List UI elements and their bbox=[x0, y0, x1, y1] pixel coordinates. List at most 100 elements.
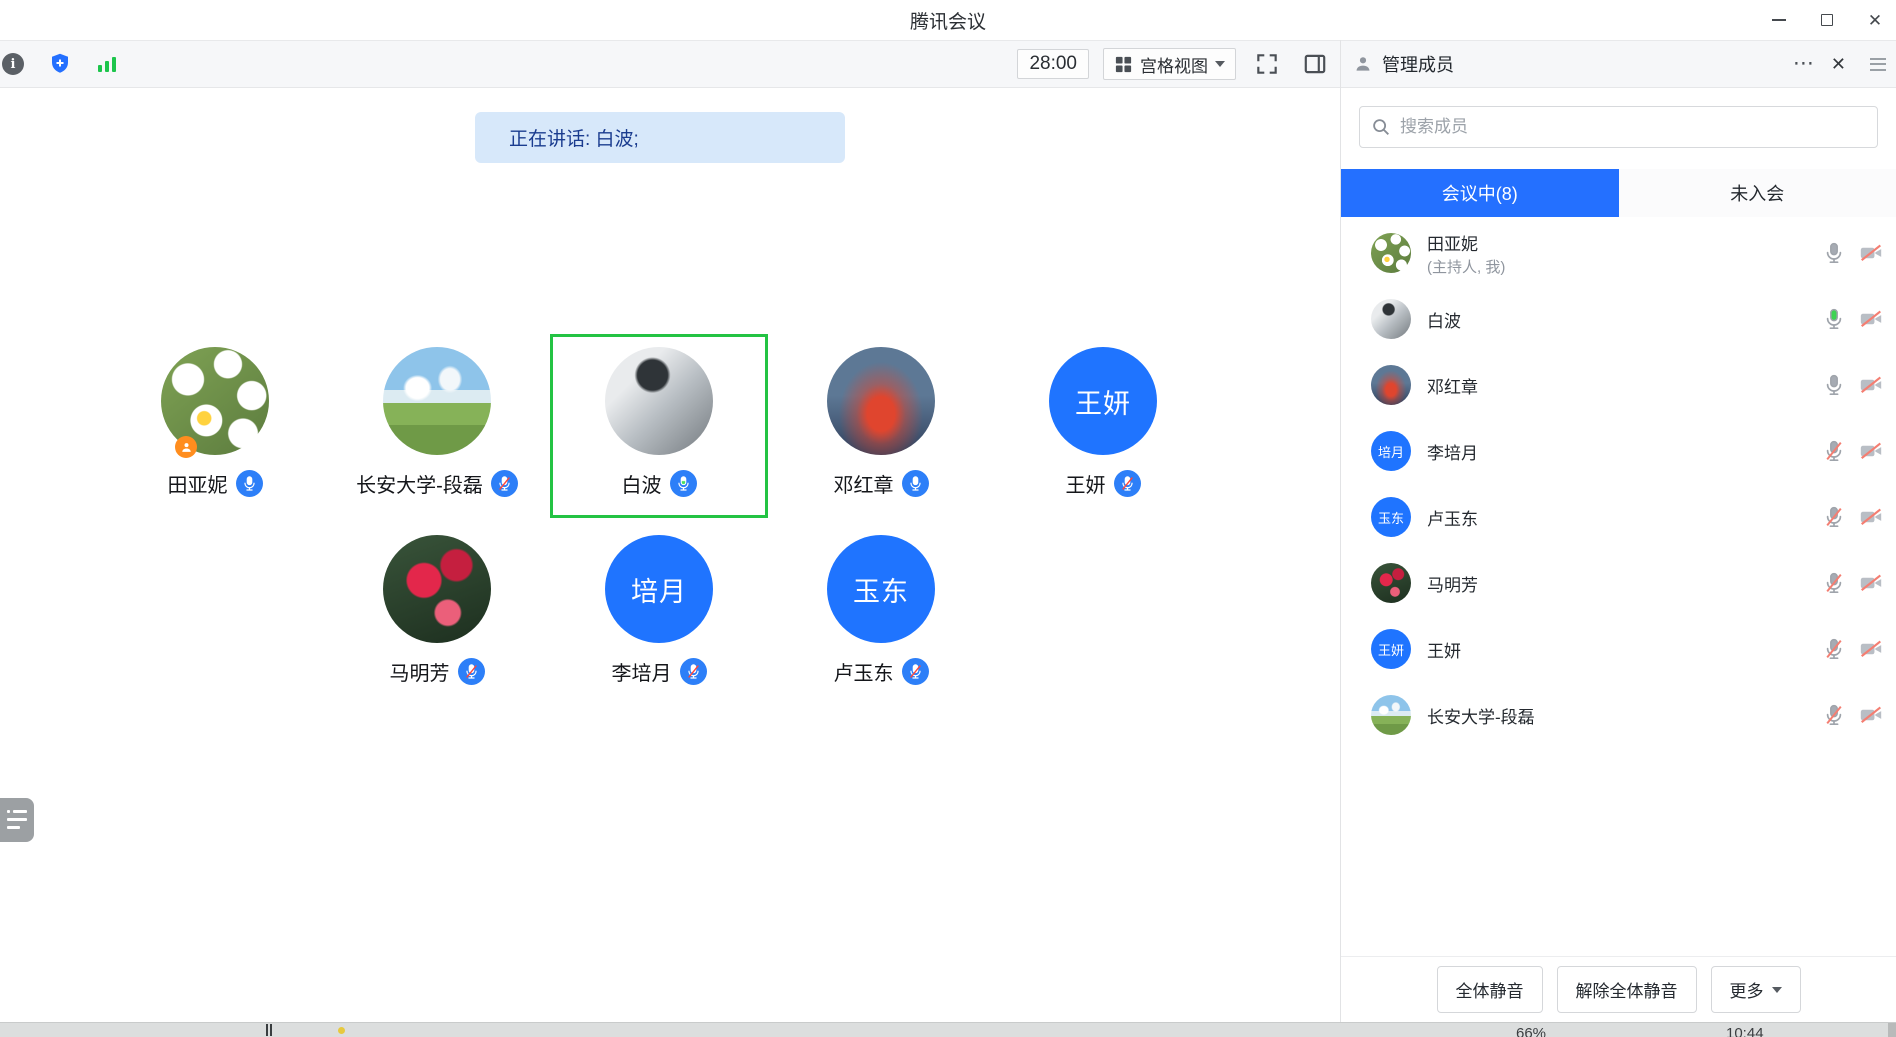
mic-muted-icon[interactable] bbox=[1114, 470, 1141, 497]
avatar: 王妍 bbox=[1371, 629, 1411, 669]
avatar-image: 王妍 bbox=[1049, 347, 1157, 455]
mic-muted-icon[interactable] bbox=[1822, 703, 1846, 727]
member-list: 田亚妮(主持人, 我) 白波 邓红章 培月李培月 玉东卢玉东 马明芳 bbox=[1341, 217, 1896, 956]
camera-off-icon[interactable] bbox=[1858, 372, 1884, 398]
mic-muted-icon[interactable] bbox=[458, 658, 485, 685]
participant-name: 白波 bbox=[622, 469, 662, 498]
camera-off-icon[interactable] bbox=[1858, 240, 1884, 266]
participant-tile-马明芳[interactable]: 马明芳 bbox=[328, 522, 546, 706]
meeting-info-icon[interactable]: i bbox=[2, 53, 24, 75]
search-input[interactable] bbox=[1400, 117, 1867, 137]
mic-icon[interactable] bbox=[670, 470, 697, 497]
mic-muted-icon[interactable] bbox=[1822, 505, 1846, 529]
unmute-all-button[interactable]: 解除全体静音 bbox=[1557, 966, 1697, 1013]
member-row-田亚妮[interactable]: 田亚妮(主持人, 我) bbox=[1341, 220, 1896, 286]
member-row-李培月[interactable]: 培月李培月 bbox=[1341, 418, 1896, 484]
participant-tile-李培月[interactable]: 培月李培月 bbox=[550, 522, 768, 706]
participant-tile-白波[interactable]: 白波 bbox=[550, 334, 768, 518]
member-name: 王妍 bbox=[1427, 637, 1461, 662]
window-title: 腾讯会议 bbox=[0, 7, 1896, 34]
side-panel-toggle-button[interactable] bbox=[1298, 47, 1332, 81]
camera-off-icon[interactable] bbox=[1858, 504, 1884, 530]
tab-not-joined[interactable]: 未入会 bbox=[1619, 169, 1896, 217]
minimize-button[interactable] bbox=[1768, 9, 1790, 31]
avatar bbox=[383, 535, 491, 643]
chevron-down-icon bbox=[1772, 987, 1782, 993]
avatar: 王妍 bbox=[1049, 347, 1157, 455]
mic-icon[interactable] bbox=[236, 470, 263, 497]
participant-name: 卢玉东 bbox=[834, 657, 894, 686]
mic-muted-icon[interactable] bbox=[1822, 439, 1846, 463]
minimize-icon bbox=[1772, 19, 1786, 21]
member-row-王妍[interactable]: 王妍王妍 bbox=[1341, 616, 1896, 682]
fullscreen-button[interactable] bbox=[1250, 47, 1284, 81]
panel-menu-icon[interactable] bbox=[1870, 58, 1886, 71]
avatar-image: 玉东 bbox=[827, 535, 935, 643]
member-row-白波[interactable]: 白波 bbox=[1341, 286, 1896, 352]
avatar: 玉东 bbox=[827, 535, 935, 643]
member-name: 卢玉东 bbox=[1427, 505, 1478, 530]
os-taskbar-sliver: 66% 10:44 bbox=[0, 1022, 1896, 1037]
layout-view-dropdown[interactable]: 宫格视图 bbox=[1103, 48, 1236, 80]
participant-name: 长安大学-段磊 bbox=[356, 469, 483, 498]
avatar bbox=[1371, 233, 1411, 273]
camera-off-icon[interactable] bbox=[1858, 570, 1884, 596]
mic-muted-icon[interactable] bbox=[1822, 637, 1846, 661]
participant-name: 李培月 bbox=[612, 657, 672, 686]
camera-off-icon[interactable] bbox=[1858, 306, 1884, 332]
member-row-邓红章[interactable]: 邓红章 bbox=[1341, 352, 1896, 418]
network-signal-icon[interactable] bbox=[96, 47, 118, 81]
more-button[interactable]: 更多 bbox=[1711, 966, 1801, 1013]
member-row-马明芳[interactable]: 马明芳 bbox=[1341, 550, 1896, 616]
maximize-button[interactable] bbox=[1816, 9, 1838, 31]
avatar bbox=[1371, 563, 1411, 603]
avatar-image bbox=[383, 347, 491, 455]
avatar bbox=[827, 347, 935, 455]
avatar-image bbox=[383, 535, 491, 643]
view-mode-label: 宫格视图 bbox=[1140, 52, 1208, 77]
camera-off-icon[interactable] bbox=[1858, 702, 1884, 728]
camera-off-icon[interactable] bbox=[1858, 636, 1884, 662]
security-shield-icon[interactable] bbox=[48, 47, 72, 81]
mic-speaking-icon[interactable] bbox=[1822, 307, 1846, 331]
member-name: 长安大学-段磊 bbox=[1427, 703, 1535, 728]
participant-tile-卢玉东[interactable]: 玉东卢玉东 bbox=[772, 522, 990, 706]
mic-icon[interactable] bbox=[1822, 373, 1846, 397]
host-badge-icon bbox=[175, 436, 197, 458]
camera-off-icon[interactable] bbox=[1858, 438, 1884, 464]
tab-in-meeting[interactable]: 会议中(8) bbox=[1341, 169, 1619, 217]
chevron-down-icon bbox=[1215, 61, 1225, 67]
mic-muted-icon[interactable] bbox=[902, 658, 929, 685]
member-name: 田亚妮 bbox=[1427, 230, 1505, 255]
taskbar-dot-icon bbox=[338, 1027, 345, 1034]
mute-all-button[interactable]: 全体静音 bbox=[1437, 966, 1543, 1013]
participant-tile-王妍[interactable]: 王妍王妍 bbox=[994, 334, 1212, 518]
participant-name: 邓红章 bbox=[834, 469, 894, 498]
speaking-banner: 正在讲话: 白波; bbox=[475, 112, 845, 163]
avatar: 培月 bbox=[605, 535, 713, 643]
panel-close-icon[interactable]: ✕ bbox=[1831, 54, 1846, 75]
member-row-长安大学-段磊[interactable]: 长安大学-段磊 bbox=[1341, 682, 1896, 748]
panel-more-icon[interactable]: ⋯ bbox=[1793, 59, 1815, 70]
grid-view-icon bbox=[1114, 55, 1133, 74]
scrollbar[interactable] bbox=[1888, 1023, 1896, 1037]
close-button[interactable]: ✕ bbox=[1864, 9, 1886, 31]
mic-muted-icon[interactable] bbox=[680, 658, 707, 685]
participant-tile-长安大学-段磊[interactable]: 长安大学-段磊 bbox=[328, 334, 546, 518]
side-panel-icon bbox=[1302, 51, 1328, 77]
mic-icon[interactable] bbox=[1822, 241, 1846, 265]
battery-percent: 66% bbox=[1516, 1025, 1546, 1037]
member-name: 白波 bbox=[1427, 307, 1461, 332]
participant-tile-邓红章[interactable]: 邓红章 bbox=[772, 334, 990, 518]
member-row-卢玉东[interactable]: 玉东卢玉东 bbox=[1341, 484, 1896, 550]
collapsed-panel-toggle[interactable] bbox=[0, 798, 34, 842]
mic-muted-icon[interactable] bbox=[491, 470, 518, 497]
mic-muted-icon[interactable] bbox=[1822, 571, 1846, 595]
mic-icon[interactable] bbox=[902, 470, 929, 497]
avatar bbox=[383, 347, 491, 455]
participant-name: 王妍 bbox=[1066, 469, 1106, 498]
member-role-label: (主持人, 我) bbox=[1427, 256, 1505, 277]
titlebar: 腾讯会议 ✕ bbox=[0, 0, 1896, 40]
participant-tile-田亚妮[interactable]: 田亚妮 bbox=[106, 334, 324, 518]
avatar: 玉东 bbox=[1371, 497, 1411, 537]
